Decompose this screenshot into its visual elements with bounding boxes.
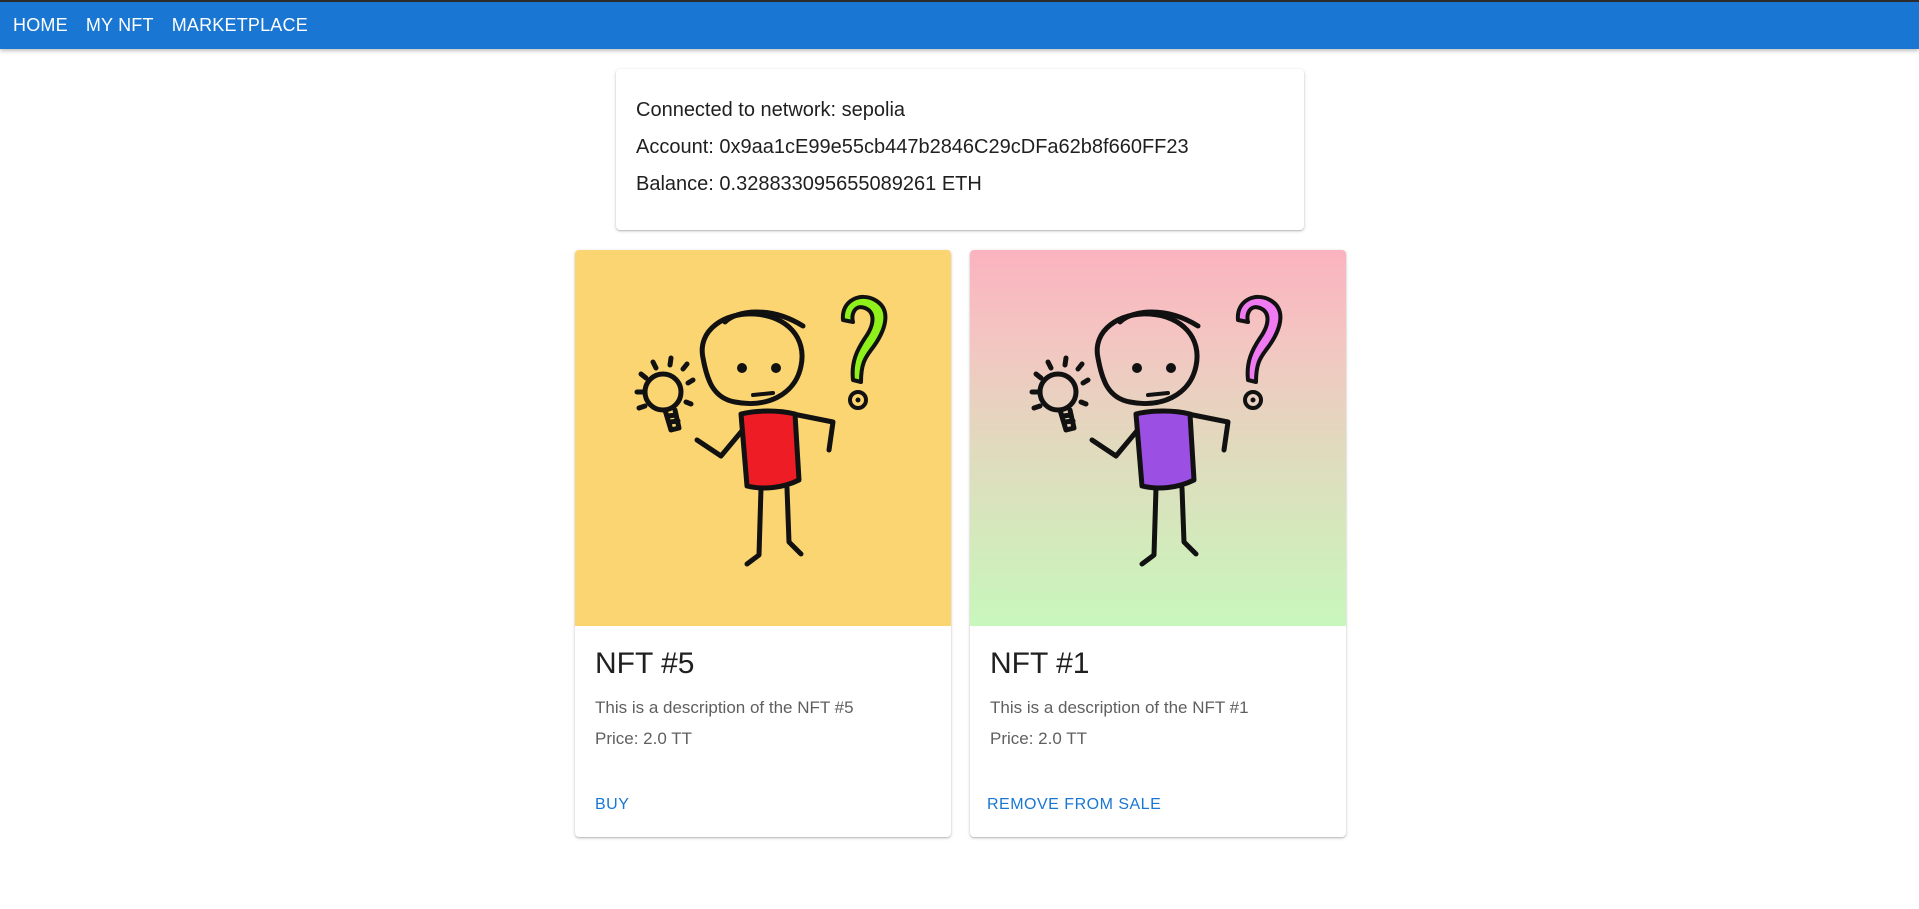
account-address: Account: 0x9aa1cE99e55cb447b2846C29cDFa6…: [636, 136, 1189, 158]
thinking-stick-figure-icon: [634, 294, 888, 567]
nft-title: NFT #1: [990, 647, 1090, 680]
card-actions: BUY: [575, 773, 951, 837]
buy-button[interactable]: BUY: [583, 790, 641, 820]
card-actions: REMOVE FROM SALE: [970, 773, 1346, 837]
nav-my-nft-button[interactable]: MY NFT: [77, 9, 163, 42]
nft-price: Price: 2.0 TT: [990, 729, 1087, 748]
nft-description: This is a description of the NFT #5: [595, 698, 854, 717]
network-status: Connected to network: sepolia: [636, 99, 906, 121]
nft-card: NFT #5 This is a description of the NFT …: [575, 250, 951, 837]
remove-from-sale-button[interactable]: REMOVE FROM SALE: [978, 790, 1173, 820]
app-bar: HOME MY NFT MARKETPLACE: [0, 0, 1919, 49]
nav-home-button[interactable]: HOME: [4, 9, 77, 42]
nft-price: Price: 2.0 TT: [595, 729, 692, 748]
nav-marketplace-button[interactable]: MARKETPLACE: [163, 9, 317, 42]
nft-image: [575, 250, 951, 626]
thinking-stick-figure-icon: [1029, 294, 1283, 567]
nft-image: [970, 250, 1346, 626]
wallet-info-card: Connected to network: sepolia Account: 0…: [616, 69, 1304, 230]
nft-card: NFT #1 This is a description of the NFT …: [970, 250, 1346, 837]
nft-description: This is a description of the NFT #1: [990, 698, 1249, 717]
account-balance: Balance: 0.328833095655089261 ETH: [636, 173, 982, 195]
nft-title: NFT #5: [595, 647, 695, 680]
